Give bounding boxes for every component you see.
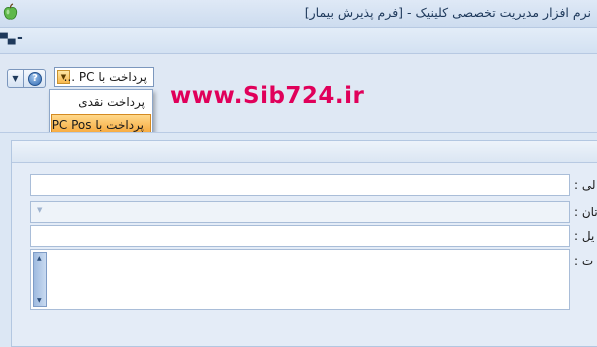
chevron-down-icon: ▼ [37, 206, 43, 214]
payment-option-cash[interactable]: پرداخت نقدی [51, 92, 151, 113]
payment-method-select[interactable]: ▼ پرداخت با PC ... [54, 67, 154, 87]
apple-icon [3, 3, 18, 20]
form-group-header [12, 141, 597, 163]
payment-method-value: پرداخت با PC ... [63, 70, 147, 84]
text-field-3[interactable] [30, 225, 570, 247]
window-menu-icon[interactable]: ▀▄ [0, 35, 15, 45]
options-dropdown-button[interactable]: ▼ [7, 69, 24, 88]
textarea-scrollbar[interactable]: ▲ ▼ [33, 252, 47, 307]
scroll-down-icon[interactable]: ▼ [37, 297, 42, 304]
watermark-text: www.Sib724.ir [170, 83, 365, 109]
menu-bar: ▀▄ - [0, 28, 597, 54]
field-label-3: یل : [574, 229, 595, 243]
field-label-1: لی : [574, 178, 596, 192]
field-label-4: ت : [574, 254, 594, 268]
text-field-1[interactable] [30, 174, 570, 196]
scroll-up-icon[interactable]: ▲ [37, 255, 42, 262]
textarea-field-4[interactable]: ▲ ▼ [30, 249, 570, 310]
field-label-2: تان : [574, 205, 597, 219]
window-title: نرم افزار مدیریت تخصصی کلینیک - [فرم پذی… [304, 5, 591, 20]
title-bar: نرم افزار مدیریت تخصصی کلینیک - [فرم پذی… [0, 0, 597, 28]
select-field-2[interactable]: ▼ [30, 201, 570, 223]
minimize-button[interactable]: - [17, 31, 23, 45]
payment-method-dropdown: پرداخت نقدی پرداخت با PC Pos [49, 89, 153, 137]
chevron-down-icon: ▼ [12, 74, 19, 83]
help-button[interactable]: ? [24, 69, 46, 88]
help-icon: ? [28, 72, 42, 86]
